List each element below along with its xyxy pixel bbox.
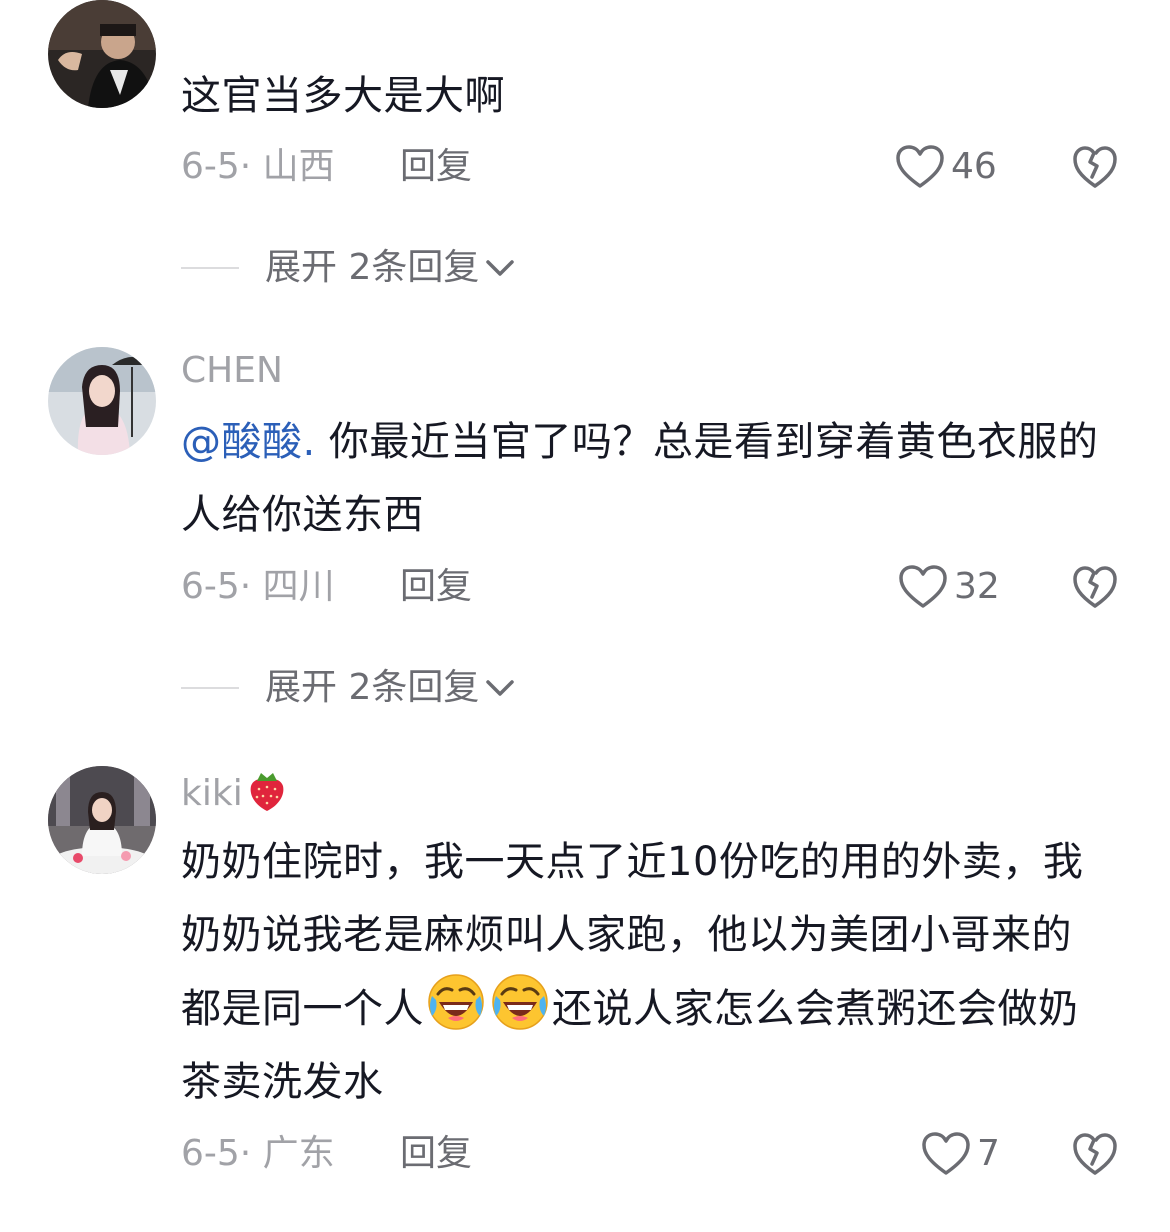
- like-count: 32: [954, 566, 1000, 607]
- comment-text: @酸酸. 你最近当官了吗？总是看到穿着黄色衣服的人给你送东西: [181, 406, 1111, 552]
- like-button[interactable]: 32: [898, 564, 1000, 610]
- heart-outline-icon: [922, 1132, 970, 1175]
- comment-date-location: 6-5· 广东: [181, 1133, 335, 1174]
- reply-button[interactable]: 回复: [400, 1132, 472, 1176]
- avatar[interactable]: [48, 347, 156, 455]
- avatar[interactable]: [48, 766, 156, 874]
- comment-date-location: 6-5· 山西: [181, 146, 335, 187]
- like-count: 46: [951, 146, 997, 187]
- comment-text-body: 你最近当官了吗？总是看到穿着黄色衣服的人给你送东西: [181, 419, 1099, 538]
- like-button[interactable]: 7: [921, 1131, 1000, 1177]
- chevron-down-icon: [486, 680, 515, 696]
- broken-heart-icon[interactable]: [1072, 144, 1118, 190]
- username[interactable]: kiki: [181, 769, 289, 816]
- username-text: kiki: [181, 773, 243, 814]
- reply-button[interactable]: 回复: [400, 565, 472, 609]
- avatar[interactable]: [48, 0, 156, 108]
- rolling-on-floor-laughing-icon: [428, 974, 484, 1030]
- strawberry-icon: [250, 773, 284, 811]
- reply-button[interactable]: 回复: [400, 145, 472, 189]
- expand-replies-button[interactable]: 展开 2条回复: [181, 246, 515, 290]
- like-count: 7: [977, 1133, 1000, 1174]
- heart-outline-icon: [899, 565, 947, 608]
- comment-text: 这官当多大是大啊: [181, 73, 505, 119]
- expand-replies-label: 展开 2条回复: [265, 247, 480, 288]
- expand-replies-label: 展开 2条回复: [265, 667, 480, 708]
- username[interactable]: CHEN: [181, 349, 283, 393]
- mention-link[interactable]: @酸酸.: [181, 419, 316, 465]
- rolling-on-floor-laughing-icon: [492, 974, 548, 1030]
- divider: [181, 267, 239, 269]
- heart-outline-icon: [896, 145, 944, 188]
- broken-heart-icon[interactable]: [1072, 1131, 1118, 1177]
- divider: [181, 687, 239, 689]
- chevron-down-icon: [486, 260, 515, 276]
- comment-date-location: 6-5· 四川: [181, 566, 335, 607]
- expand-replies-button[interactable]: 展开 2条回复: [181, 666, 515, 710]
- comment-text: 奶奶住院时，我一天点了近10份吃的用的外卖，我奶奶说我老是麻烦叫人家跑，他以为美…: [181, 826, 1111, 1119]
- like-button[interactable]: 46: [895, 144, 997, 190]
- broken-heart-icon[interactable]: [1072, 564, 1118, 610]
